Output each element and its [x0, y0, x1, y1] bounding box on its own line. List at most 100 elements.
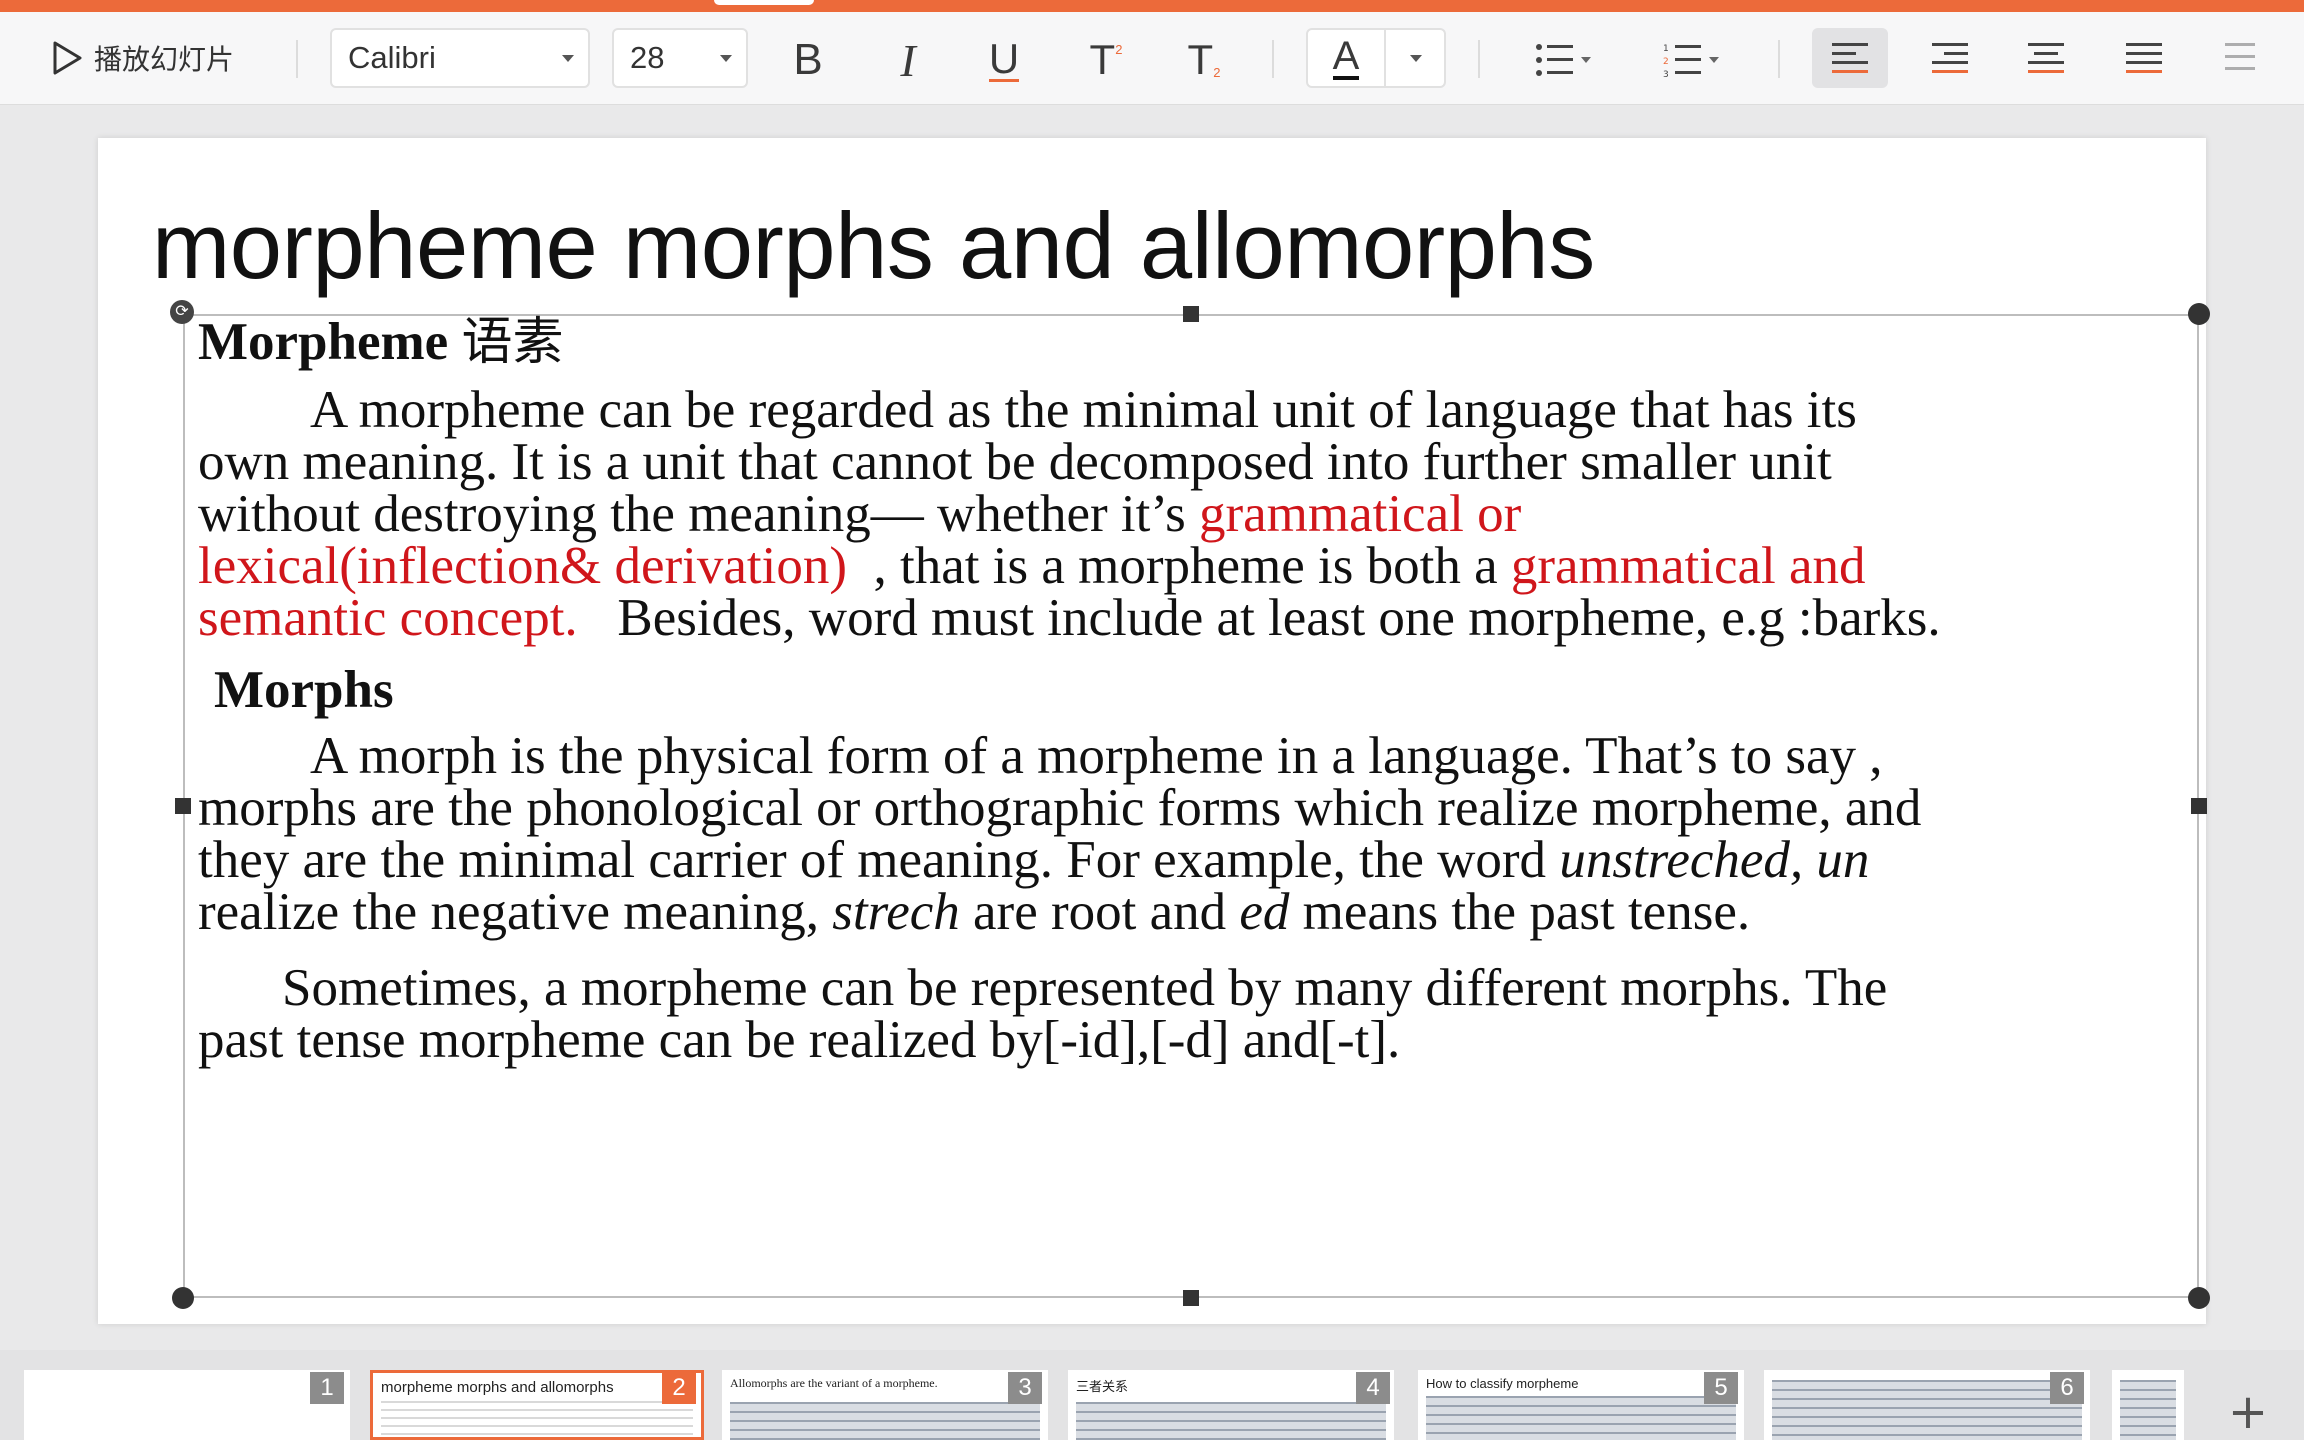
bold-label: B — [793, 35, 823, 84]
superscript-button[interactable]: T2 — [1078, 32, 1134, 88]
resize-handle-bottom-right[interactable] — [2188, 1287, 2210, 1309]
justify-button[interactable] — [2106, 28, 2182, 88]
align-center-button[interactable] — [2008, 28, 2084, 88]
slide-number-1: 1 — [310, 1372, 344, 1404]
superscript-label: T — [1089, 36, 1116, 83]
chevron-down-icon — [562, 55, 574, 62]
numbered-list-icon: 1 2 3 — [1663, 44, 1701, 78]
morphs-heading: Morphs — [198, 660, 2198, 720]
font-size-value: 28 — [630, 40, 665, 75]
p2-line4-text: realize the negative meaning, — [198, 883, 833, 941]
slide-thumbnail-7[interactable] — [2112, 1370, 2184, 1440]
slide-thumbnail-6[interactable] — [1764, 1370, 2090, 1440]
chevron-down-icon — [720, 55, 732, 62]
subscript-label: T — [1187, 36, 1214, 83]
p1-line5-text: Besides, word must include at least one … — [577, 589, 1941, 647]
slide-body-text[interactable]: Morpheme 语素 A morpheme can be regarded a… — [198, 303, 2198, 1067]
font-color-button[interactable]: A — [1308, 30, 1386, 86]
p3-line1-text: Sometimes, a morpheme can be represented… — [282, 959, 1888, 1017]
p1-line1: A morpheme can be regarded as the minima… — [198, 381, 2198, 439]
p1-line1-text: A morpheme can be regarded as the minima… — [310, 381, 1857, 439]
p2-line4-text3: means the past tense. — [1289, 883, 1751, 941]
slide-thumbnail-3[interactable]: Allomorphs are the variant of a morpheme… — [722, 1370, 1048, 1440]
p2-line1-text: A morph is the physical form of a morphe… — [310, 727, 1883, 785]
resize-handle-bottom-left[interactable] — [172, 1287, 194, 1309]
p2-line3: they are the minimal carrier of meaning.… — [198, 831, 2198, 889]
rotate-handle-icon[interactable]: ⟳ — [170, 300, 194, 324]
slide-number-2: 2 — [662, 1372, 696, 1404]
slide-number-3: 3 — [1008, 1372, 1042, 1404]
font-color-select[interactable]: A — [1306, 28, 1446, 88]
bullet-list-button[interactable] — [1528, 36, 1598, 84]
thumbnail-5-title: How to classify morpheme — [1426, 1376, 1579, 1391]
thumbnail-7-image — [2120, 1380, 2176, 1440]
p1-line3-red: grammatical or — [1198, 485, 1522, 543]
slide-number-4: 4 — [1356, 1372, 1390, 1404]
svg-text:3: 3 — [1663, 70, 1669, 78]
distribute-button[interactable] — [2210, 28, 2270, 88]
toolbar-separator — [296, 40, 298, 78]
slide-thumbnail-1[interactable] — [24, 1370, 350, 1440]
align-left-button[interactable] — [1812, 28, 1888, 88]
p3-line1: Sometimes, a morpheme can be represented… — [198, 959, 2198, 1017]
slide-title[interactable]: morpheme morphs and allomorphs — [152, 192, 1595, 300]
numbered-list-button[interactable]: 1 2 3 — [1656, 36, 1726, 84]
resize-handle-left[interactable] — [175, 798, 191, 814]
morpheme-heading-text: Morpheme — [198, 313, 449, 371]
top-tab-indicator — [714, 0, 814, 5]
svg-text:2: 2 — [1663, 57, 1669, 67]
thumbnail-5-image — [1426, 1396, 1736, 1440]
toolbar-separator — [1478, 40, 1480, 78]
play-slideshow-label: 播放幻灯片 — [94, 44, 235, 75]
resize-handle-bottom[interactable] — [1183, 1290, 1199, 1306]
italic-button[interactable]: I — [880, 32, 936, 88]
window-top-bar — [0, 0, 2304, 12]
distribute-icon — [2225, 43, 2255, 70]
underline-label: U — [988, 34, 1020, 82]
add-slide-button[interactable]: + — [2220, 1384, 2276, 1440]
p2-line2-text: morphs are the phonological or orthograp… — [198, 779, 1922, 837]
p3-line2: past tense morpheme can be realized by[-… — [198, 1014, 2198, 1067]
thumbnail-2-title: morpheme morphs and allomorphs — [381, 1379, 614, 1396]
thumbnail-3-image — [730, 1402, 1040, 1440]
toolbar-separator — [1778, 40, 1780, 78]
p2-line4-italic2: ed — [1239, 883, 1290, 941]
p2-line3-italic: unstreched, un — [1559, 831, 1870, 889]
thumbnail-4-title: 三者关系 — [1076, 1380, 1129, 1395]
subscript-button[interactable]: T2 — [1176, 32, 1232, 88]
p1-line4-red2: grammatical and — [1510, 537, 1866, 595]
morpheme-heading: Morpheme 语素 — [198, 307, 2198, 378]
thumbnail-6-image — [1772, 1380, 2082, 1440]
p2-line1: A morph is the physical form of a morphe… — [198, 727, 2198, 785]
font-size-select[interactable]: 28 — [612, 28, 748, 88]
p1-line4-text: , that is a morpheme is both a — [847, 537, 1511, 595]
play-slideshow-button[interactable]: 播放幻灯片 — [50, 34, 234, 82]
font-family-select[interactable]: Calibri — [330, 28, 590, 88]
morphs-heading-text: Morphs — [214, 661, 394, 719]
p1-line4-red: lexical(inflection& derivation) — [198, 537, 847, 595]
morpheme-heading-cn: 语素 — [461, 313, 564, 372]
p1-line2: own meaning. It is a unit that cannot be… — [198, 436, 2198, 489]
p1-line3: without destroying the meaning— whether … — [198, 485, 2198, 543]
chevron-down-icon — [1581, 57, 1591, 63]
thumbnail-2-text-lines — [381, 1401, 693, 1437]
p1-line3-text: without destroying the meaning— whether … — [198, 485, 1199, 543]
slide-thumbnail-5[interactable]: How to classify morpheme — [1418, 1370, 1744, 1440]
p1-line5-red: semantic concept. — [198, 589, 578, 647]
play-icon — [53, 41, 82, 75]
p2-line4-italic1: strech — [832, 883, 960, 941]
p2-line4: realize the negative meaning, strech are… — [198, 883, 2198, 941]
bold-button[interactable]: B — [780, 32, 836, 88]
thumbnail-3-title: Allomorphs are the variant of a morpheme… — [730, 1376, 938, 1390]
toolbar-separator — [1272, 40, 1274, 78]
slide-thumbnail-4[interactable]: 三者关系 — [1068, 1370, 1394, 1440]
bullet-list-icon — [1536, 44, 1573, 76]
slide-number-5: 5 — [1704, 1372, 1738, 1404]
add-slide-icon: + — [2227, 1384, 2269, 1440]
p1-line4: lexical(inflection& derivation) , that i… — [198, 537, 2198, 595]
align-right-button[interactable] — [1912, 28, 1988, 88]
underline-button[interactable]: U — [976, 32, 1032, 88]
slide-thumbnail-2[interactable]: morpheme morphs and allomorphs — [370, 1370, 704, 1440]
chevron-down-icon — [1709, 57, 1719, 63]
italic-label: I — [900, 34, 916, 86]
